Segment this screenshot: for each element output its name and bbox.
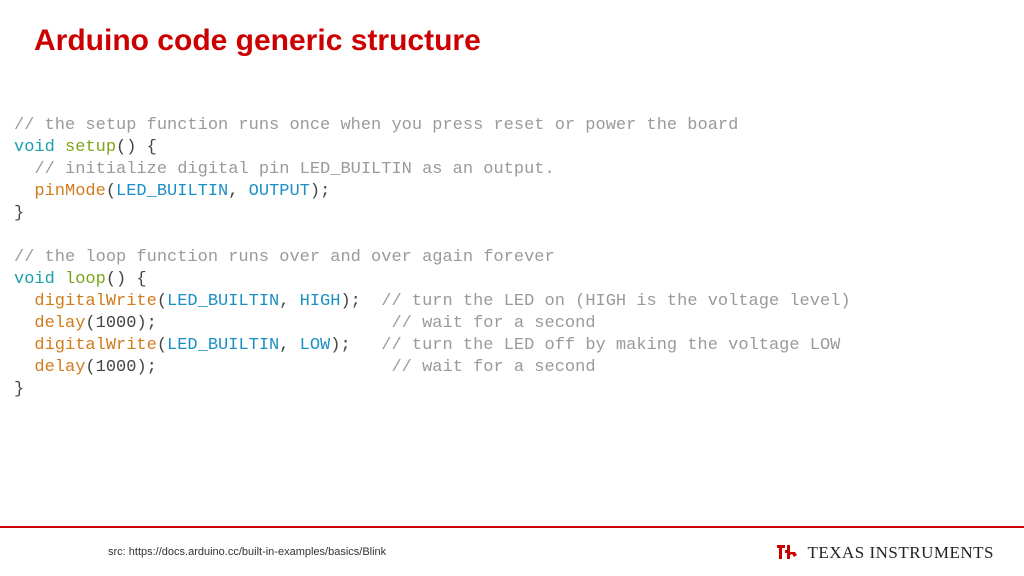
code-comment: // turn the LED off by making the voltag…: [381, 336, 840, 355]
code-const: OUTPUT: [249, 182, 310, 201]
code-comment: // initialize digital pin LED_BUILTIN as…: [14, 160, 555, 179]
code-keyword: void: [14, 138, 55, 157]
code-call-pinmode: pinMode: [34, 182, 105, 201]
code-number: 1000: [96, 314, 137, 333]
code-comment: // turn the LED on (HIGH is the voltage …: [381, 292, 850, 311]
code-block: // the setup function runs once when you…: [14, 115, 1010, 401]
code-call-digitalwrite: digitalWrite: [34, 292, 156, 311]
source-citation: src: https://docs.arduino.cc/built-in-ex…: [108, 546, 386, 558]
code-number: 1000: [96, 358, 137, 377]
code-comment: // the loop function runs over and over …: [14, 248, 555, 267]
code-call-digitalwrite: digitalWrite: [34, 336, 156, 355]
code-call-delay: delay: [34, 314, 85, 333]
code-const: HIGH: [300, 292, 341, 311]
ti-logo-text: TEXAS INSTRUMENTS: [807, 543, 994, 563]
code-call-delay: delay: [34, 358, 85, 377]
code-comment: // the setup function runs once when you…: [14, 116, 738, 135]
code-const: LED_BUILTIN: [167, 292, 279, 311]
code-const: LED_BUILTIN: [167, 336, 279, 355]
slide-title: Arduino code generic structure: [34, 24, 481, 58]
footer-divider: [0, 526, 1024, 528]
code-comment: // wait for a second: [391, 358, 595, 377]
ti-logo: TEXAS INSTRUMENTS: [775, 542, 994, 564]
slide: Arduino code generic structure // the se…: [0, 0, 1024, 576]
ti-logo-icon: [775, 542, 801, 564]
code-keyword: void: [14, 270, 55, 289]
code-punc: () {: [116, 138, 157, 157]
code-punc: () {: [106, 270, 147, 289]
code-func-loop: loop: [65, 270, 106, 289]
code-punc: }: [14, 204, 24, 223]
code-func-setup: setup: [65, 138, 116, 157]
code-punc: }: [14, 380, 24, 399]
code-const: LED_BUILTIN: [116, 182, 228, 201]
code-const: LOW: [300, 336, 331, 355]
code-comment: // wait for a second: [391, 314, 595, 333]
